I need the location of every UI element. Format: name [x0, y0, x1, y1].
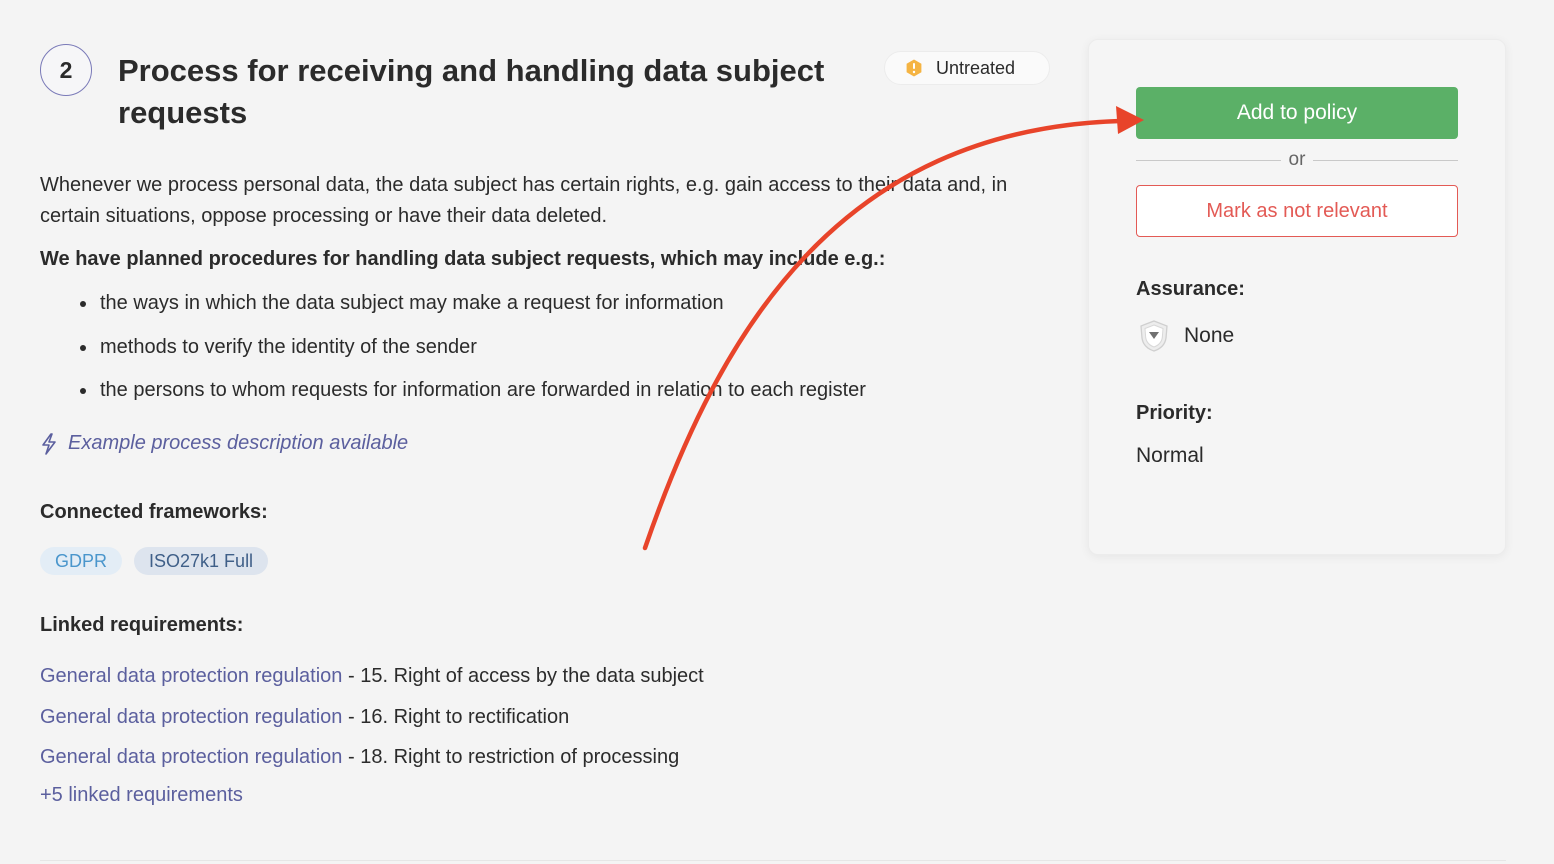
list-item: General data protection regulation - 16.…	[40, 702, 704, 743]
or-divider: or	[1136, 146, 1458, 174]
mark-not-relevant-button[interactable]: Mark as not relevant	[1136, 185, 1458, 237]
more-linked-requirements-link[interactable]: +5 linked requirements	[40, 784, 243, 807]
status-badge[interactable]: Untreated	[884, 51, 1050, 85]
action-panel: Add to policy or Mark as not relevant As…	[1088, 39, 1506, 555]
list-item: methods to verify the identity of the se…	[40, 330, 866, 374]
linked-requirement-name: 16. Right to rectification	[360, 705, 570, 728]
bottom-divider	[40, 860, 1506, 861]
connected-frameworks-heading: Connected frameworks:	[40, 501, 268, 523]
framework-chips: GDPR ISO27k1 Full	[40, 547, 269, 575]
example-process-label: Example process description available	[68, 432, 409, 454]
or-label: or	[1288, 149, 1306, 170]
linked-requirements-heading: Linked requirements:	[40, 614, 244, 636]
framework-chip-gdpr[interactable]: GDPR	[40, 547, 123, 575]
page-title: Process for receiving and handling data …	[118, 53, 825, 130]
lightning-bolt-icon	[42, 432, 56, 455]
warning-hexagon-icon	[906, 59, 922, 77]
status-label: Untreated	[936, 57, 1016, 78]
linked-requirement-source-link[interactable]: General data protection regulation	[40, 665, 342, 687]
procedure-bullet-list: the ways in which the data subject may m…	[40, 286, 866, 417]
priority-value: Normal	[1136, 444, 1204, 467]
requirement-description-bold: We have planned procedures for handling …	[40, 248, 886, 270]
linked-requirement-separator: -	[342, 665, 361, 687]
linked-requirement-source-link[interactable]: General data protection regulation	[40, 706, 342, 728]
shield-icon	[1140, 320, 1168, 352]
requirement-number-badge: 2	[40, 44, 92, 96]
list-item: General data protection regulation - 15.…	[40, 661, 704, 702]
assurance-value-text: None	[1184, 324, 1235, 347]
assurance-value: None	[1136, 318, 1234, 354]
priority-label: Priority:	[1136, 402, 1213, 424]
requirement-number: 2	[59, 56, 73, 83]
assurance-label: Assurance:	[1136, 278, 1245, 300]
linked-requirement-name: 15. Right of access by the data subject	[360, 665, 704, 687]
list-item: General data protection regulation - 18.…	[40, 742, 704, 783]
linked-requirement-separator: -	[342, 705, 361, 728]
add-to-policy-button[interactable]: Add to policy	[1136, 87, 1458, 139]
linked-requirement-name: 18. Right to restriction of processing	[360, 746, 680, 768]
linked-requirements-list: General data protection regulation - 15.…	[40, 661, 704, 783]
list-item: the ways in which the data subject may m…	[40, 286, 866, 330]
list-item: the persons to whom requests for informa…	[40, 373, 866, 417]
framework-chip-iso27k1[interactable]: ISO27k1 Full	[134, 547, 269, 575]
requirement-description: Whenever we process personal data, the d…	[40, 174, 1008, 227]
linked-requirement-separator: -	[342, 746, 361, 768]
example-process-link[interactable]: Example process description available	[40, 432, 408, 455]
linked-requirement-source-link[interactable]: General data protection regulation	[40, 746, 342, 768]
